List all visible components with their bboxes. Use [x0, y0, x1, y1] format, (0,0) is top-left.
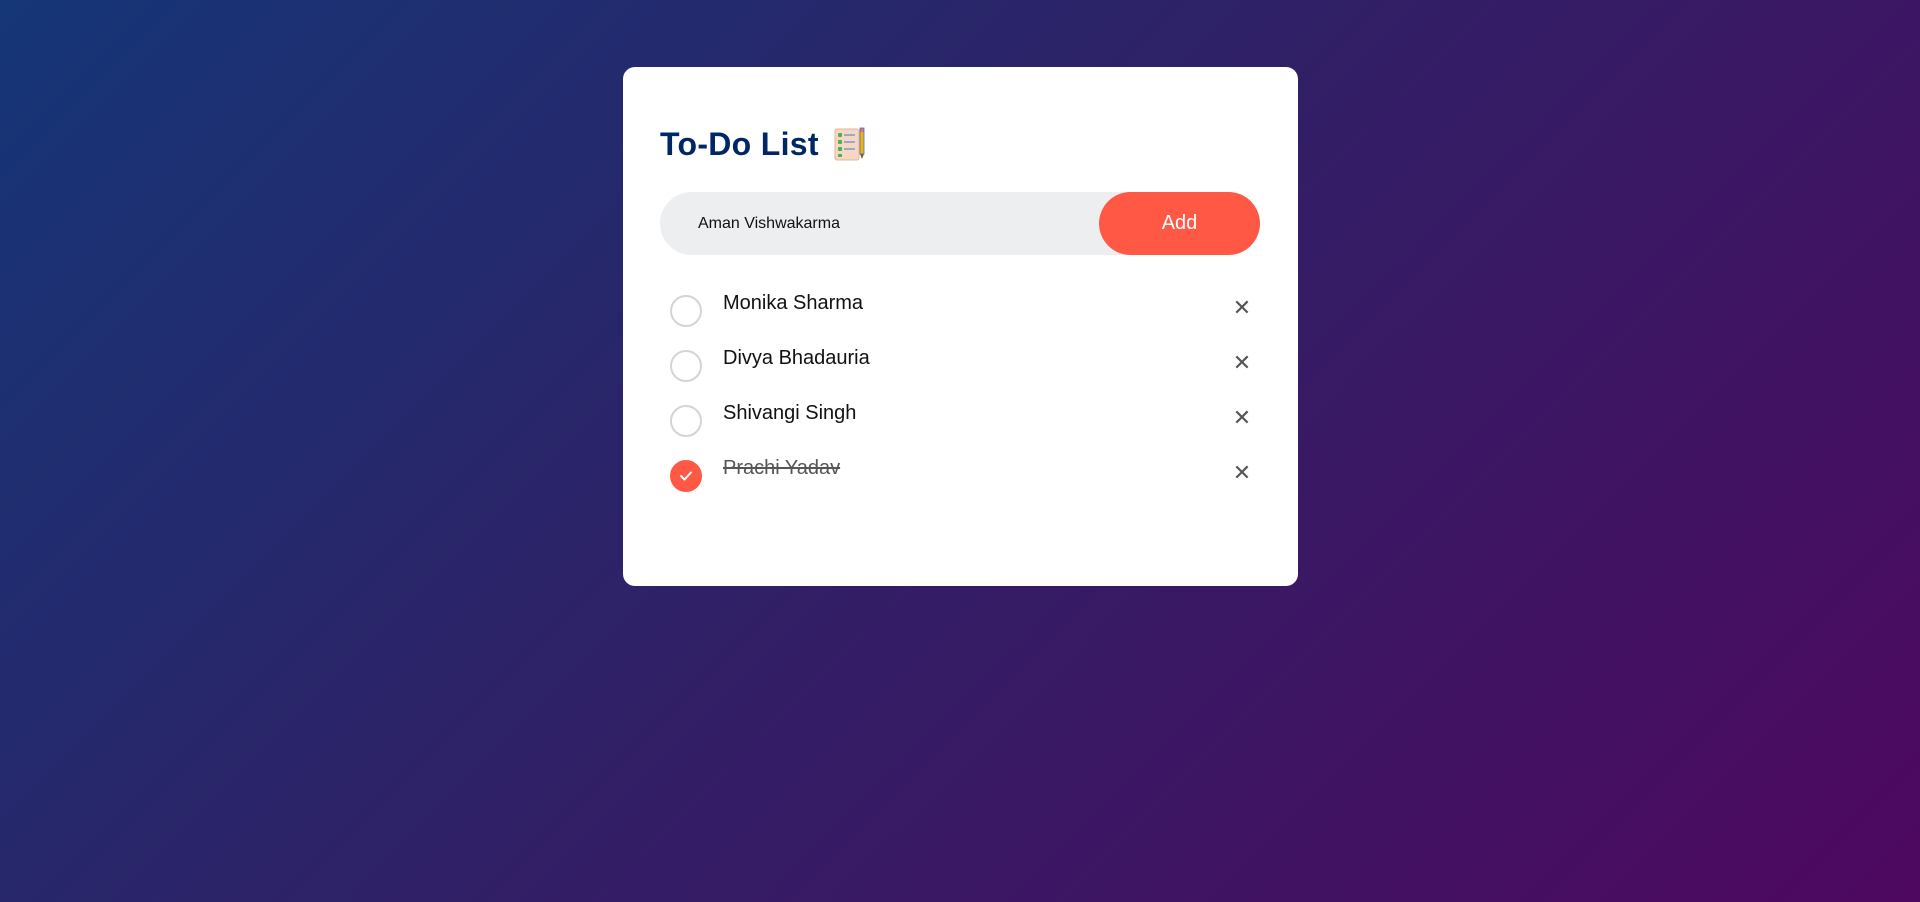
todo-item-completed[interactable]: Prachi Yadav ✕ — [660, 450, 1260, 505]
todo-item-text: Divya Bhadauria — [723, 347, 870, 369]
close-icon[interactable]: ✕ — [1230, 461, 1254, 486]
checked-circle-icon[interactable] — [670, 460, 702, 492]
checkmark-icon — [680, 471, 692, 481]
todo-item[interactable]: Monika Sharma ✕ — [660, 285, 1260, 340]
todo-item-text: Shivangi Singh — [723, 402, 857, 424]
todo-card: To-Do List Add Monika Sharm — [623, 67, 1298, 586]
close-icon[interactable]: ✕ — [1230, 351, 1254, 376]
unchecked-circle-icon[interactable] — [670, 295, 702, 327]
todo-item-text: Monika Sharma — [723, 292, 864, 314]
task-input[interactable] — [660, 191, 1099, 256]
app-header: To-Do List — [660, 115, 1261, 173]
add-button[interactable]: Add — [1099, 192, 1260, 255]
notepad-checklist-icon — [833, 126, 867, 162]
add-task-row: Add — [660, 191, 1260, 256]
todo-item[interactable]: Divya Bhadauria ✕ — [660, 340, 1260, 395]
todo-list: Monika Sharma ✕ Divya Bhadauria ✕ Shivan… — [660, 285, 1260, 505]
close-icon[interactable]: ✕ — [1230, 406, 1254, 431]
unchecked-circle-icon[interactable] — [670, 350, 702, 382]
todo-item[interactable]: Shivangi Singh ✕ — [660, 395, 1260, 450]
app-title: To-Do List — [660, 125, 819, 162]
todo-item-text: Prachi Yadav — [723, 457, 841, 479]
unchecked-circle-icon[interactable] — [670, 405, 702, 437]
close-icon[interactable]: ✕ — [1230, 296, 1254, 321]
